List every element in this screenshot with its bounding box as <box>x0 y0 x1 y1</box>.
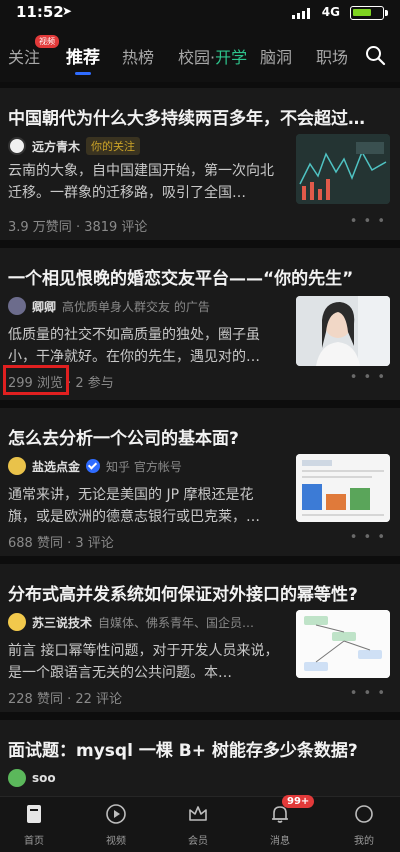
location-arrow-icon: ➤ <box>62 4 73 18</box>
tab-recommend[interactable]: 推荐 <box>66 43 100 68</box>
network-label: 4G <box>321 5 340 19</box>
active-tab-indicator <box>75 72 91 75</box>
author-row: soo <box>8 768 56 788</box>
author-row: 盐选点金 知乎 官方帐号 <box>8 456 182 476</box>
nav-home[interactable]: 首页 <box>4 803 64 847</box>
card-thumbnail[interactable] <box>296 610 390 678</box>
nav-label: 我的 <box>354 836 374 847</box>
nav-label: 视频 <box>106 836 126 847</box>
status-time: 11:52 <box>16 3 64 21</box>
author-row: 苏三说技术 自媒体、佛系青年、国企员… <box>8 612 254 632</box>
nav-membership[interactable]: 会员 <box>168 803 228 847</box>
author-meta: 自媒体、佛系青年、国企员… <box>98 615 255 630</box>
avatar[interactable] <box>8 769 26 787</box>
signal-icon <box>292 8 314 19</box>
feed-card[interactable]: 分布式高并发系统如何保证对外接口的幂等性? 苏三说技术 自媒体、佛系青年、国企员… <box>0 564 400 712</box>
participants-count: 2 参与 <box>75 376 114 391</box>
card-excerpt[interactable]: 前言 接口幂等性问题，对于开发人员来说，是一个跟语言无关的公共问题。本… <box>8 640 280 684</box>
card-thumbnail[interactable] <box>296 454 390 522</box>
card-excerpt[interactable]: 云南的大象，自中国建国开始，第一次向北迁移。一群象的迁移路，吸引了全国… <box>8 160 280 204</box>
top-tab-bar: 关注 视频 推荐 热榜 校园·开学 脑洞 职场 <box>0 26 400 82</box>
card-stats: 688 赞同 · 3 评论 <box>8 536 114 551</box>
nav-label: 首页 <box>24 836 44 847</box>
verified-badge-icon <box>86 459 101 473</box>
nav-profile[interactable]: 我的 <box>334 803 394 847</box>
views-highlight-box <box>3 365 69 395</box>
card-thumbnail[interactable] <box>296 296 390 366</box>
author-name[interactable]: 远方青木 <box>32 138 80 155</box>
nav-messages[interactable]: 消息 <box>250 803 310 847</box>
more-options-icon[interactable]: • • • <box>350 530 386 545</box>
avatar[interactable] <box>8 297 26 315</box>
card-title[interactable]: 怎么去分析一个公司的基本面? <box>8 424 392 449</box>
search-icon[interactable] <box>364 44 386 66</box>
author-name[interactable]: 苏三说技术 <box>32 614 92 631</box>
feed-card[interactable]: 面试题：mysql 一棵 B+ 树能存多少条数据? soo <box>0 720 400 796</box>
tab-brainstorm[interactable]: 脑洞 <box>260 44 292 68</box>
card-thumbnail[interactable] <box>296 134 390 204</box>
feed-card[interactable]: 中国朝代为什么大多持续两百多年，不会超过… 远方青木 你的关注 云南的大象，自中… <box>0 88 400 240</box>
crown-icon <box>189 806 207 821</box>
author-row: 卿卿 高优质单身人群交友 的广告 <box>8 296 210 316</box>
profile-icon <box>355 805 373 823</box>
author-name[interactable]: 卿卿 <box>32 298 56 315</box>
more-options-icon[interactable]: • • • <box>350 370 386 385</box>
author-name[interactable]: soo <box>32 771 56 785</box>
nav-label: 会员 <box>188 836 208 847</box>
author-meta: 知乎 官方帐号 <box>106 459 182 474</box>
notification-badge: 99+ <box>282 795 315 808</box>
avatar[interactable] <box>8 137 26 155</box>
battery-icon <box>350 6 388 20</box>
nav-label: 消息 <box>270 836 290 847</box>
bottom-nav: 首页 视频 会员 消息 99+ 我的 <box>0 795 400 852</box>
avatar[interactable] <box>8 457 26 475</box>
tab-campus-accent: 开学 <box>215 48 248 67</box>
feed-card[interactable]: 怎么去分析一个公司的基本面? 盐选点金 知乎 官方帐号 通常来讲，无论是美国的 … <box>0 408 400 556</box>
tab-campus[interactable]: 校园·开学 <box>178 44 247 68</box>
author-row: 远方青木 你的关注 <box>8 136 141 156</box>
home-icon <box>27 805 41 823</box>
card-title[interactable]: 中国朝代为什么大多持续两百多年，不会超过… <box>8 104 392 129</box>
follow-tab-badge: 视频 <box>35 35 59 48</box>
play-icon <box>106 804 126 824</box>
card-excerpt[interactable]: 低质量的社交不如高质量的独处，圈子虽小，干净就好。在你的先生，遇见对的… <box>8 324 280 368</box>
card-title[interactable]: 面试题：mysql 一棵 B+ 树能存多少条数据? <box>8 736 392 761</box>
card-stats: 228 赞同 · 22 评论 <box>8 692 123 707</box>
card-excerpt[interactable]: 通常来讲，无论是美国的 JP 摩根还是花旗，或是欧洲的德意志银行或巴克莱，… <box>8 484 280 528</box>
avatar[interactable] <box>8 613 26 631</box>
tab-follow[interactable]: 关注 <box>8 44 40 68</box>
card-stats: 3.9 万赞同 · 3819 评论 <box>8 220 148 235</box>
nav-video[interactable]: 视频 <box>86 803 146 847</box>
author-name[interactable]: 盐选点金 <box>32 458 80 475</box>
card-title[interactable]: 一个相见恨晚的婚恋交友平台——“你的先生” <box>8 264 392 289</box>
tab-campus-label: 校园· <box>178 48 216 67</box>
followed-tag: 你的关注 <box>86 137 141 155</box>
tab-workplace[interactable]: 职场 <box>316 44 348 68</box>
ad-label: 高优质单身人群交友 的广告 <box>62 299 210 314</box>
status-bar: 11:52 ➤ 4G <box>0 0 400 26</box>
more-options-icon[interactable]: • • • <box>350 686 386 701</box>
card-title[interactable]: 分布式高并发系统如何保证对外接口的幂等性? <box>8 580 392 605</box>
more-options-icon[interactable]: • • • <box>350 214 386 229</box>
tab-hot-list[interactable]: 热榜 <box>122 44 154 68</box>
